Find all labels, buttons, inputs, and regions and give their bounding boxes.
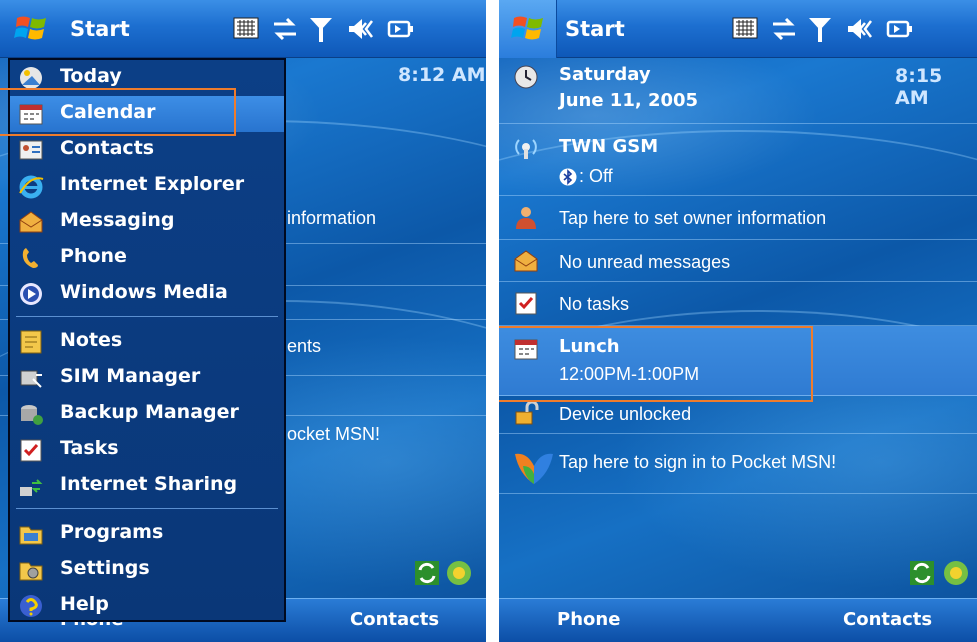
menu-item-tasks[interactable]: Tasks: [10, 432, 284, 468]
date-row[interactable]: Saturday June 11, 2005 8:15 AM: [499, 58, 977, 124]
messages-text: No unread messages: [559, 252, 731, 272]
date-day: Saturday: [559, 64, 651, 85]
start-menu: Today Calendar Contacts Internet Explore…: [8, 58, 286, 622]
tasks-icon: [515, 292, 537, 315]
contacts-softkey[interactable]: Contacts: [350, 609, 439, 630]
tasks-row[interactable]: No tasks: [499, 282, 977, 326]
internet-explorer-icon: [19, 175, 44, 199]
menu-separator: [16, 508, 278, 509]
volume-icon[interactable]: [845, 14, 875, 44]
date-full: June 11, 2005: [559, 90, 699, 111]
battery-icon[interactable]: [386, 14, 416, 44]
menu-item-backup-manager[interactable]: Backup Manager: [10, 396, 284, 432]
windows-logo-icon: [511, 16, 543, 40]
contacts-icon: [19, 140, 43, 160]
phone-icon: [22, 248, 38, 268]
menu-item-programs[interactable]: Programs: [10, 516, 284, 552]
msn-butterfly-icon: [515, 453, 553, 484]
sim-manager-icon: [20, 370, 42, 388]
contacts-softkey[interactable]: Contacts: [843, 609, 932, 630]
menu-item-sim-manager[interactable]: SIM Manager: [10, 360, 284, 396]
owner-info-text: Tap here to set owner information: [559, 208, 827, 228]
backup-manager-icon: [21, 405, 43, 425]
bluetooth-icon: [559, 168, 577, 186]
soft-key-bar: Phone Contacts: [499, 598, 977, 642]
appointment-highlight-box: [499, 326, 813, 402]
signal-icon[interactable]: [306, 14, 336, 44]
clock[interactable]: 8:12 AM: [398, 64, 486, 86]
messaging-icon: [514, 250, 538, 272]
messages-row[interactable]: No unread messages: [499, 240, 977, 282]
menu-item-windows-media[interactable]: Windows Media: [10, 276, 284, 312]
menu-item-internet-explorer[interactable]: Internet Explorer: [10, 168, 284, 204]
clock-icon: [514, 65, 538, 89]
notes-icon: [20, 330, 42, 354]
start-button[interactable]: Start: [565, 17, 625, 41]
sync-icon[interactable]: [414, 560, 440, 586]
volume-icon[interactable]: [346, 14, 376, 44]
wireless-icon: [515, 139, 537, 159]
status-icon[interactable]: [446, 560, 472, 586]
keyboard-icon[interactable]: [731, 14, 761, 44]
signal-icon[interactable]: [805, 14, 835, 44]
title-bar: Start: [499, 0, 977, 58]
title-bar: Start: [0, 0, 486, 58]
internet-sharing-icon: [20, 479, 43, 496]
left-phone-screen: Start 8:12 AM information ents ocket MSN…: [0, 0, 486, 642]
msn-text: Tap here to sign in to Pocket MSN!: [559, 452, 837, 472]
menu-item-contacts[interactable]: Contacts: [10, 132, 284, 168]
menu-item-notes[interactable]: Notes: [10, 324, 284, 360]
menu-item-phone[interactable]: Phone: [10, 240, 284, 276]
keyboard-icon[interactable]: [232, 14, 262, 44]
programs-folder-icon: [19, 526, 43, 545]
connectivity-icon[interactable]: [270, 14, 300, 44]
status-icon[interactable]: [943, 560, 969, 586]
owner-person-icon: [516, 207, 536, 229]
battery-icon[interactable]: [885, 14, 915, 44]
connectivity-icon[interactable]: [769, 14, 799, 44]
calendar-highlight-box: [0, 88, 236, 136]
appointment-text[interactable]: ents: [287, 336, 321, 357]
clock[interactable]: 8:15 AM: [895, 65, 977, 109]
owner-info-text[interactable]: information: [287, 208, 376, 229]
msn-text[interactable]: ocket MSN!: [287, 424, 380, 445]
network-row[interactable]: TWN GSM : Off: [499, 124, 977, 196]
sync-icon[interactable]: [909, 560, 935, 586]
menu-item-help[interactable]: Help: [10, 588, 284, 624]
menu-item-internet-sharing[interactable]: Internet Sharing: [10, 468, 284, 504]
menu-item-settings[interactable]: Settings: [10, 552, 284, 588]
network-name: TWN GSM: [559, 136, 659, 157]
phone-softkey[interactable]: Phone: [557, 609, 620, 630]
owner-row[interactable]: Tap here to set owner information: [499, 196, 977, 240]
menu-separator: [16, 316, 278, 317]
settings-folder-icon: [19, 562, 43, 581]
messaging-icon: [19, 211, 43, 233]
tasks-icon: [20, 439, 42, 462]
right-phone-screen: Start Saturday June 11, 2005 8:15 AM TWN…: [499, 0, 977, 642]
unlocked-padlock-icon: [515, 400, 539, 425]
screen-divider: [486, 0, 499, 642]
menu-item-messaging[interactable]: Messaging: [10, 204, 284, 240]
start-button[interactable]: Start: [70, 17, 130, 41]
device-status-text: Device unlocked: [559, 404, 692, 424]
help-icon: [20, 595, 42, 617]
windows-logo-icon: [14, 16, 46, 40]
msn-row[interactable]: Tap here to sign in to Pocket MSN!: [499, 434, 977, 494]
bluetooth-status: : Off: [579, 166, 613, 186]
windows-media-icon: [20, 283, 42, 305]
tasks-text: No tasks: [559, 294, 630, 314]
